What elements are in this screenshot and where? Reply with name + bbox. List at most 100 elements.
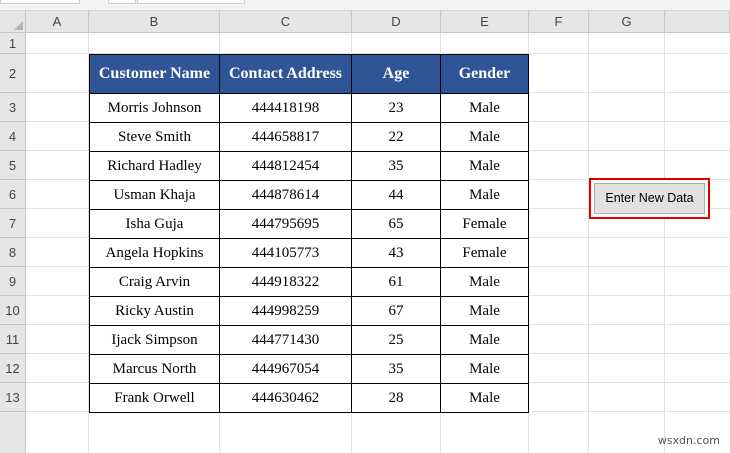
table-row: Morris Johnson 444418198 23 Male [89,93,529,123]
cell-gender[interactable]: Male [440,93,529,123]
row-number: 1 [8,36,17,51]
cell-customer-name[interactable]: Marcus North [89,354,220,384]
select-all-corner[interactable] [0,11,26,33]
sheet-tab-strip [0,0,730,11]
cell-age[interactable]: 65 [351,209,441,239]
column-header[interactable] [665,11,730,33]
column-header[interactable]: D [352,11,441,33]
cell-gender[interactable]: Male [440,122,529,152]
cell-contact-address[interactable]: 444658817 [219,122,352,152]
table-row: Frank Orwell 444630462 28 Male [89,383,529,413]
cell-gender[interactable]: Male [440,267,529,297]
row-header[interactable]: 13 [0,383,26,412]
cell-gender[interactable]: Female [440,238,529,268]
row-number: 7 [8,216,17,231]
row-header[interactable]: 6 [0,180,26,209]
row-number: 8 [8,245,17,260]
row-header[interactable]: 8 [0,238,26,267]
cell-contact-address[interactable]: 444812454 [219,151,352,181]
watermark: wsxdn.com [657,434,720,447]
row-header [0,412,26,453]
row-number: 9 [8,274,17,289]
cell-contact-address[interactable]: 444878614 [219,180,352,210]
customer-table: Customer Name Contact Address Age Gender… [89,54,529,413]
row-header[interactable]: 3 [0,93,26,122]
cell-customer-name[interactable]: Morris Johnson [89,93,220,123]
cell-age[interactable]: 35 [351,151,441,181]
cell-gender[interactable]: Male [440,325,529,355]
column-header[interactable]: A [26,11,89,33]
cell-age[interactable]: 35 [351,354,441,384]
column-header[interactable]: C [220,11,352,33]
cell-contact-address[interactable]: 444795695 [219,209,352,239]
cell-gender[interactable]: Male [440,180,529,210]
row-header[interactable]: 5 [0,151,26,180]
table-row: Usman Khaja 444878614 44 Male [89,180,529,210]
column-header[interactable]: F [529,11,589,33]
column-header[interactable]: B [89,11,220,33]
table-row: Isha Guja 444795695 65 Female [89,209,529,239]
table-row: Ijack Simpson 444771430 25 Male [89,325,529,355]
cell-age[interactable]: 28 [351,383,441,413]
button-highlight-frame: Enter New Data [589,178,710,219]
cell-contact-address[interactable]: 444918322 [219,267,352,297]
table-row: Marcus North 444967054 35 Male [89,354,529,384]
sheet-tab[interactable] [108,0,136,4]
enter-new-data-button[interactable]: Enter New Data [594,183,705,214]
row-header[interactable]: 12 [0,354,26,383]
table-row: Ricky Austin 444998259 67 Male [89,296,529,326]
cell-age[interactable]: 23 [351,93,441,123]
cell-contact-address[interactable]: 444967054 [219,354,352,384]
cell-gender[interactable]: Female [440,209,529,239]
row-number: 4 [8,129,17,144]
select-all-icon [14,21,23,30]
row-number: 2 [8,66,17,81]
cell-age[interactable]: 44 [351,180,441,210]
cell-customer-name[interactable]: Craig Arvin [89,267,220,297]
cell-gender[interactable]: Male [440,383,529,413]
sheet-tab[interactable] [0,0,80,4]
row-header[interactable]: 7 [0,209,26,238]
cell-gender[interactable]: Male [440,354,529,384]
cell-customer-name[interactable]: Frank Orwell [89,383,220,413]
column-header[interactable]: E [441,11,529,33]
cell-contact-address[interactable]: 444771430 [219,325,352,355]
header-customer-name[interactable]: Customer Name [89,54,220,94]
cell-contact-address[interactable]: 444998259 [219,296,352,326]
cell-customer-name[interactable]: Isha Guja [89,209,220,239]
cell-age[interactable]: 43 [351,238,441,268]
cell-age[interactable]: 25 [351,325,441,355]
column-header[interactable]: G [589,11,665,33]
row-header[interactable]: 10 [0,296,26,325]
sheet-tab[interactable] [137,0,245,4]
header-gender[interactable]: Gender [440,54,529,94]
row-header[interactable]: 1 [0,33,26,54]
cell-age[interactable]: 67 [351,296,441,326]
gridline [664,33,665,453]
cell-customer-name[interactable]: Richard Hadley [89,151,220,181]
cell-customer-name[interactable]: Ijack Simpson [89,325,220,355]
cell-contact-address[interactable]: 444105773 [219,238,352,268]
row-number: 5 [8,158,17,173]
cell-customer-name[interactable]: Angela Hopkins [89,238,220,268]
cell-customer-name[interactable]: Ricky Austin [89,296,220,326]
row-header[interactable]: 9 [0,267,26,296]
cell-gender[interactable]: Male [440,151,529,181]
cell-age[interactable]: 22 [351,122,441,152]
header-age[interactable]: Age [351,54,441,94]
row-header[interactable]: 2 [0,54,26,93]
cell-contact-address[interactable]: 444418198 [219,93,352,123]
cell-age[interactable]: 61 [351,267,441,297]
row-header[interactable]: 4 [0,122,26,151]
cell-customer-name[interactable]: Usman Khaja [89,180,220,210]
row-header[interactable]: 11 [0,325,26,354]
cell-contact-address[interactable]: 444630462 [219,383,352,413]
header-contact-address[interactable]: Contact Address [219,54,352,94]
cell-gender[interactable]: Male [440,296,529,326]
row-number: 12 [5,361,20,376]
table-row: Craig Arvin 444918322 61 Male [89,267,529,297]
table-header-row: Customer Name Contact Address Age Gender [89,54,529,94]
row-number: 10 [5,303,20,318]
row-number: 11 [5,332,20,347]
cell-customer-name[interactable]: Steve Smith [89,122,220,152]
